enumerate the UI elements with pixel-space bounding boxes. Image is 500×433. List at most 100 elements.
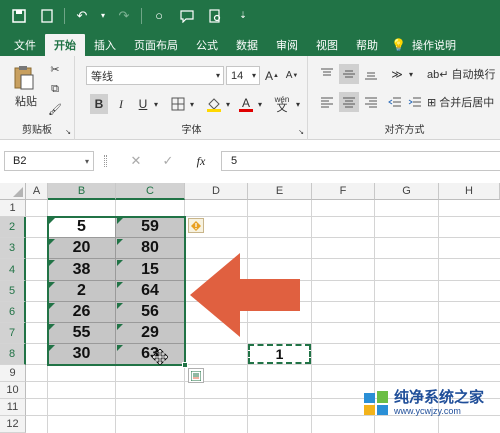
cell-b2[interactable]: 5 xyxy=(48,217,115,237)
decrease-indent-icon[interactable] xyxy=(385,92,405,112)
cell-c5[interactable]: 64 xyxy=(116,281,184,301)
align-top-icon[interactable] xyxy=(317,64,337,84)
name-box[interactable]: B2 ▾ xyxy=(4,151,94,171)
chevron-down-icon[interactable]: ▾ xyxy=(152,94,160,114)
row-header[interactable]: 3 xyxy=(0,238,26,259)
dialog-launcher-icon[interactable]: ↘ xyxy=(64,128,72,136)
tab-review[interactable]: 审阅 xyxy=(267,34,307,56)
error-warning-icon[interactable] xyxy=(188,218,204,233)
cell-b5[interactable]: 2 xyxy=(48,281,115,301)
insert-function-button[interactable]: fx xyxy=(190,152,212,170)
font-name-select[interactable]: 等线 ▾ xyxy=(86,66,224,85)
formula-input[interactable]: 5 xyxy=(221,151,500,171)
cell-c2[interactable]: 59 xyxy=(116,217,184,237)
cell-e8[interactable]: 1 xyxy=(248,344,311,364)
font-color-icon[interactable]: A xyxy=(236,94,256,114)
column-header-f[interactable]: F xyxy=(312,183,375,200)
column-header-d[interactable]: D xyxy=(185,183,248,200)
row-header[interactable]: 10 xyxy=(0,382,26,399)
quick-analysis-icon[interactable] xyxy=(188,368,204,383)
cell-c7[interactable]: 29 xyxy=(116,323,184,343)
undo-dropdown-icon[interactable]: ▾ xyxy=(99,5,107,27)
cell-c4[interactable]: 15 xyxy=(116,259,184,280)
italic-button[interactable]: I xyxy=(112,94,130,114)
row-header[interactable]: 5 xyxy=(0,281,26,302)
select-all-button[interactable] xyxy=(0,183,26,200)
cell-b7[interactable]: 55 xyxy=(48,323,115,343)
row-header[interactable]: 4 xyxy=(0,259,26,281)
column-header-b[interactable]: B xyxy=(48,183,116,200)
tab-home[interactable]: 开始 xyxy=(45,34,85,56)
tab-help[interactable]: 帮助 xyxy=(347,34,387,56)
column-header-h[interactable]: H xyxy=(439,183,500,200)
column-header-e[interactable]: E xyxy=(248,183,312,200)
row-header[interactable]: 7 xyxy=(0,323,26,344)
increase-font-icon[interactable]: A ▲ xyxy=(264,66,280,85)
chevron-down-icon[interactable]: ▾ xyxy=(224,94,232,114)
align-bottom-icon[interactable] xyxy=(361,64,381,84)
column-header-c[interactable]: C xyxy=(116,183,185,200)
merge-center-button[interactable]: ⊞ 合并后居中 xyxy=(427,92,499,112)
cell-c6[interactable]: 56 xyxy=(116,302,184,322)
cell-b3[interactable]: 20 xyxy=(48,238,115,258)
redo-icon[interactable]: ↷ xyxy=(113,5,135,27)
undo-icon[interactable]: ↶ xyxy=(71,5,93,27)
align-middle-icon[interactable] xyxy=(339,64,359,84)
chevron-down-icon[interactable]: ▾ xyxy=(256,94,264,114)
copy-icon[interactable]: ⧉ xyxy=(46,80,64,98)
wrap-text-icon: ab↵ xyxy=(427,68,449,81)
column-header-g[interactable]: G xyxy=(375,183,439,200)
tab-page-layout[interactable]: 页面布局 xyxy=(125,34,187,56)
paste-button[interactable]: 粘贴 xyxy=(8,94,44,108)
wrap-text-button[interactable]: ab↵ 自动换行 xyxy=(427,64,499,84)
row-header[interactable]: 1 xyxy=(0,200,26,217)
format-painter-icon[interactable]: 🖌 xyxy=(46,100,64,118)
customize-toolbar-icon[interactable]: ⇣ xyxy=(232,5,254,27)
save-icon[interactable] xyxy=(8,5,30,27)
align-left-icon[interactable] xyxy=(317,92,337,112)
new-file-icon[interactable] xyxy=(36,5,58,27)
decrease-font-icon[interactable]: A ▼ xyxy=(284,66,300,85)
chevron-down-icon[interactable]: ▾ xyxy=(407,64,415,84)
font-size-select[interactable]: 14 ▾ xyxy=(226,66,260,85)
lightbulb-icon[interactable]: 💡 xyxy=(387,34,410,56)
paste-icon[interactable] xyxy=(12,64,36,92)
tab-data[interactable]: 数据 xyxy=(227,34,267,56)
cell-c3[interactable]: 80 xyxy=(116,238,184,258)
tab-insert[interactable]: 插入 xyxy=(85,34,125,56)
fill-color-icon[interactable] xyxy=(204,94,224,114)
tab-file[interactable]: 文件 xyxy=(0,34,45,56)
increase-indent-icon[interactable] xyxy=(405,92,425,112)
print-preview-icon[interactable] xyxy=(204,5,226,27)
row-header[interactable]: 11 xyxy=(0,399,26,416)
dialog-launcher-icon[interactable]: ↘ xyxy=(297,128,305,136)
tab-view[interactable]: 视图 xyxy=(307,34,347,56)
cut-icon[interactable]: ✂ xyxy=(46,60,64,78)
cancel-icon[interactable]: ✕ xyxy=(126,152,146,170)
align-center-icon[interactable] xyxy=(339,92,359,112)
cell-b6[interactable]: 26 xyxy=(48,302,115,322)
tell-me-input[interactable]: 操作说明 xyxy=(410,34,465,56)
cell-b4[interactable]: 38 xyxy=(48,259,115,280)
cell-b8[interactable]: 30 xyxy=(48,344,115,364)
row-header[interactable]: 12 xyxy=(0,416,26,433)
tab-formulas[interactable]: 公式 xyxy=(187,34,227,56)
bold-button[interactable]: B xyxy=(90,94,108,114)
chevron-down-icon[interactable]: ▾ xyxy=(294,94,302,114)
underline-button[interactable]: U xyxy=(134,94,152,114)
phonetic-icon[interactable]: wén 文 xyxy=(270,92,294,116)
row-header[interactable]: 2 xyxy=(0,217,26,238)
enter-icon[interactable]: ✓ xyxy=(158,152,178,170)
chevron-down-icon[interactable]: ▾ xyxy=(188,94,196,114)
column-header-a[interactable]: A xyxy=(26,183,48,200)
align-right-icon[interactable] xyxy=(361,92,381,112)
borders-icon[interactable] xyxy=(168,94,188,114)
row-header[interactable]: 9 xyxy=(0,365,26,382)
cell-c8[interactable]: 63 xyxy=(116,344,184,364)
comment-icon[interactable] xyxy=(176,5,198,27)
orientation-icon[interactable]: ≫ xyxy=(387,64,407,84)
resize-handle[interactable] xyxy=(104,155,107,167)
row-header[interactable]: 8 xyxy=(0,344,26,365)
row-header[interactable]: 6 xyxy=(0,302,26,323)
shape-circle-icon[interactable]: ○ xyxy=(148,5,170,27)
